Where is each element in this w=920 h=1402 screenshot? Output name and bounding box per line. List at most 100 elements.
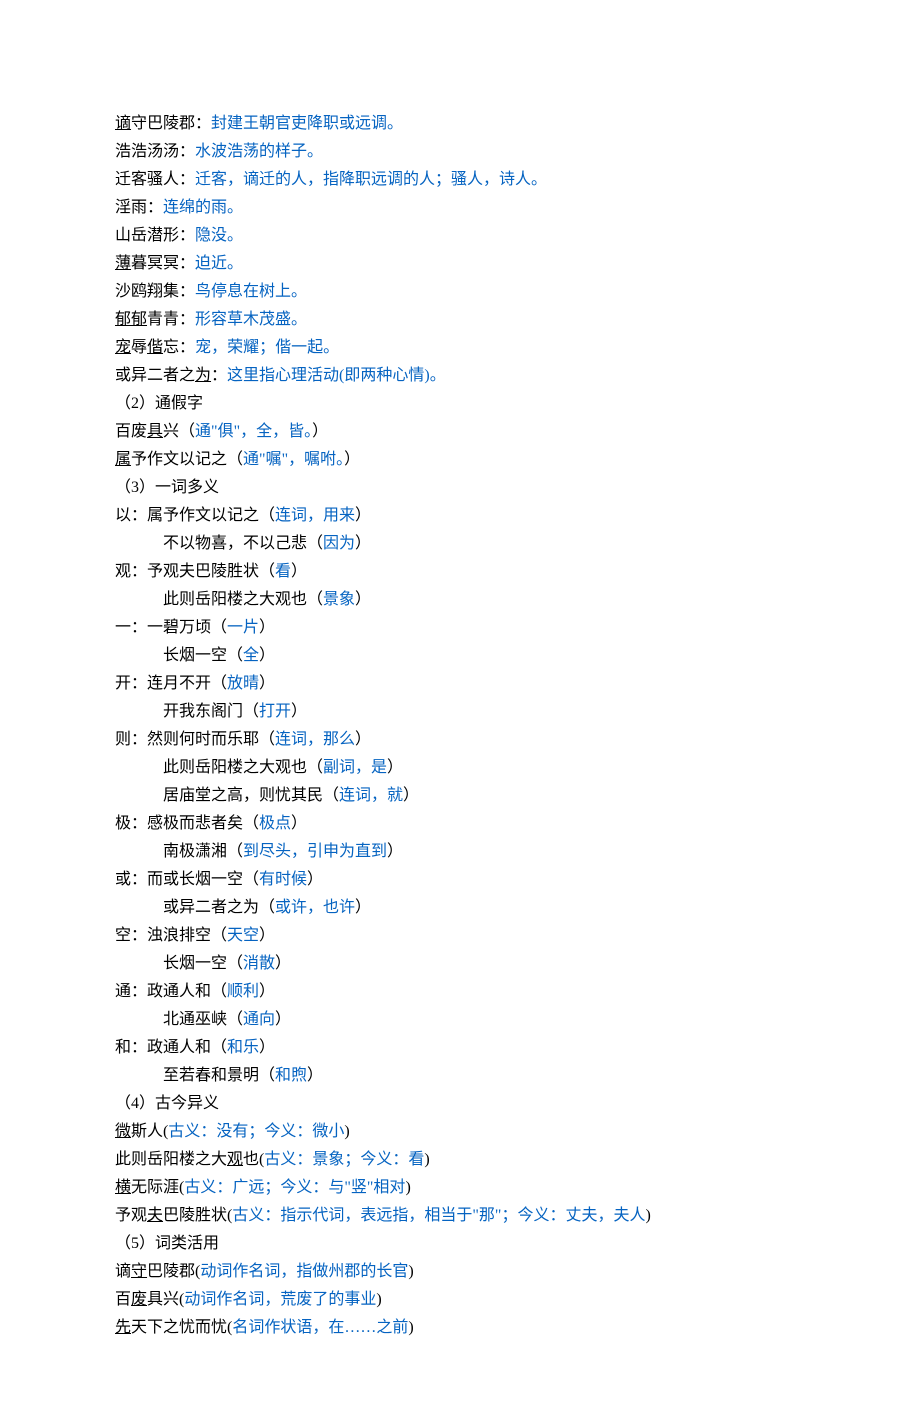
text-segment: 谪 [115, 115, 131, 132]
text-segment: ） [307, 1067, 323, 1084]
text-segment: 全 [243, 647, 259, 664]
text-line: 开：连月不开（放晴） [115, 670, 805, 698]
text-line: 空：浊浪排空（天空） [115, 922, 805, 950]
text-line: 观：予观夫巴陵胜状（看） [115, 558, 805, 586]
text-segment: 守巴陵郡： [131, 115, 211, 132]
text-segment: 此则岳阳楼之大观也（ [163, 591, 323, 608]
text-line: 此则岳阳楼之大观也（副词，是） [115, 754, 805, 782]
text-segment: 废 [131, 1291, 147, 1308]
text-segment: ) [408, 1263, 413, 1280]
text-segment: 开我东阁门（ [163, 703, 259, 720]
text-segment: 暮冥冥： [131, 255, 195, 272]
text-segment: 百废 [115, 423, 147, 440]
document-page: 谪守巴陵郡：封建王朝官吏降职或远调。浩浩汤汤：水波浩荡的样子。迁客骚人：迁客，谪… [0, 0, 920, 1402]
text-segment: ） [291, 563, 307, 580]
text-segment: 极点 [259, 815, 291, 832]
text-segment: 连词，就 [339, 787, 403, 804]
text-line: 极：感极而悲者矣（极点） [115, 810, 805, 838]
text-segment: 迁客骚人： [115, 171, 195, 188]
text-segment: 看 [275, 563, 291, 580]
text-segment: 和煦 [275, 1067, 307, 1084]
text-segment: 到尽头，引申为直到 [243, 843, 387, 860]
text-segment: 夫 [147, 1207, 163, 1224]
text-segment: 连词，那么 [275, 731, 355, 748]
text-segment: ） [307, 871, 323, 888]
text-segment: ) [405, 1179, 410, 1196]
text-segment: 空：浊浪排空（ [115, 927, 227, 944]
text-segment: ） [259, 675, 275, 692]
text-segment: 或许，也许 [275, 899, 355, 916]
text-segment: ） [259, 983, 275, 1000]
text-line: 百废具兴（通"俱"，全，皆。） [115, 418, 805, 446]
text-segment: ） [275, 1011, 291, 1028]
text-line: 此则岳阳楼之大观也（景象） [115, 586, 805, 614]
text-segment: 放晴 [227, 675, 259, 692]
text-segment: 消散 [243, 955, 275, 972]
text-segment: 北通巫峡（ [163, 1011, 243, 1028]
text-segment: ） [387, 759, 403, 776]
text-segment: 封建王朝官吏降职或远调。 [211, 115, 403, 132]
text-segment: 古义：景象；今义：看 [264, 1151, 424, 1168]
text-segment: 一片 [227, 619, 259, 636]
text-segment: 守 [131, 1263, 147, 1280]
text-segment: 巴陵郡( [147, 1263, 200, 1280]
text-segment: ） [344, 451, 360, 468]
text-segment: 长烟一空（ [163, 955, 243, 972]
text-segment: 天下之忧而忧( [131, 1319, 232, 1336]
text-segment: 古义：指示代词，表远指，相当于"那"；今义：丈夫，夫人 [232, 1207, 645, 1224]
text-segment: 形容草木茂盛。 [195, 311, 307, 328]
text-segment: 无际涯( [131, 1179, 184, 1196]
text-segment: 属 [115, 451, 131, 468]
text-line: 浩浩汤汤：水波浩荡的样子。 [115, 138, 805, 166]
text-segment: 浩浩汤汤： [115, 143, 195, 160]
text-segment: 也( [243, 1151, 264, 1168]
text-segment: 谪 [115, 1263, 131, 1280]
text-line: 薄暮冥冥：迫近。 [115, 250, 805, 278]
text-segment: 有时候 [259, 871, 307, 888]
text-segment: ) [376, 1291, 381, 1308]
text-segment: 巴陵胜状( [163, 1207, 232, 1224]
text-segment: 动词作名词，指做州郡的长官 [200, 1263, 408, 1280]
text-segment: ) [645, 1207, 650, 1224]
text-line: 不以物喜，不以己悲（因为） [115, 530, 805, 558]
text-line: 则：然则何时而乐耶（连词，那么） [115, 726, 805, 754]
text-line: 宠辱偕忘：宠，荣耀；偕一起。 [115, 334, 805, 362]
text-segment: 一：一碧万顷（ [115, 619, 227, 636]
text-segment: ） [355, 591, 371, 608]
text-segment: 连绵的雨。 [163, 199, 243, 216]
text-segment: （5）词类活用 [115, 1235, 219, 1252]
text-segment: 隐没。 [195, 227, 243, 244]
text-segment: 宠，荣耀；偕一起。 [195, 339, 339, 356]
text-segment: 不以物喜，不以己悲（ [163, 535, 323, 552]
text-segment: 薄 [115, 255, 131, 272]
text-segment: 具 [147, 423, 163, 440]
text-segment: ） [291, 815, 307, 832]
text-segment: 沙鸥翔集： [115, 283, 195, 300]
text-segment: 或：而或长烟一空（ [115, 871, 259, 888]
text-line: 横无际涯(古义：广远；今义：与"竖"相对) [115, 1174, 805, 1202]
text-segment: 辱 [131, 339, 147, 356]
text-segment: 此则岳阳楼之大 [115, 1151, 227, 1168]
text-segment: 极：感极而悲者矣（ [115, 815, 259, 832]
text-segment: 古义：广远；今义：与"竖"相对 [184, 1179, 405, 1196]
text-segment: 或异二者之 [115, 367, 195, 384]
text-line: 谪守巴陵郡：封建王朝官吏降职或远调。 [115, 110, 805, 138]
text-segment: 鸟停息在树上。 [195, 283, 307, 300]
text-segment: 偕 [147, 339, 163, 356]
text-segment: ） [355, 507, 371, 524]
text-line: 郁郁青青：形容草木茂盛。 [115, 306, 805, 334]
text-segment: ） [355, 731, 371, 748]
text-line: 通：政通人和（顺利） [115, 978, 805, 1006]
text-segment: ： [211, 367, 227, 384]
text-line: 百废具兴(动词作名词，荒废了的事业) [115, 1286, 805, 1314]
text-segment: ) [344, 1123, 349, 1140]
text-segment: 顺利 [227, 983, 259, 1000]
text-line: （5）词类活用 [115, 1230, 805, 1258]
text-segment: 至若春和景明（ [163, 1067, 275, 1084]
text-segment: 水波浩荡的样子。 [195, 143, 323, 160]
text-segment: ） [259, 647, 275, 664]
text-segment: 和：政通人和（ [115, 1039, 227, 1056]
text-line: 先天下之忧而忧(名词作状语，在……之前) [115, 1314, 805, 1342]
text-segment: 则：然则何时而乐耶（ [115, 731, 275, 748]
text-segment: 副词，是 [323, 759, 387, 776]
